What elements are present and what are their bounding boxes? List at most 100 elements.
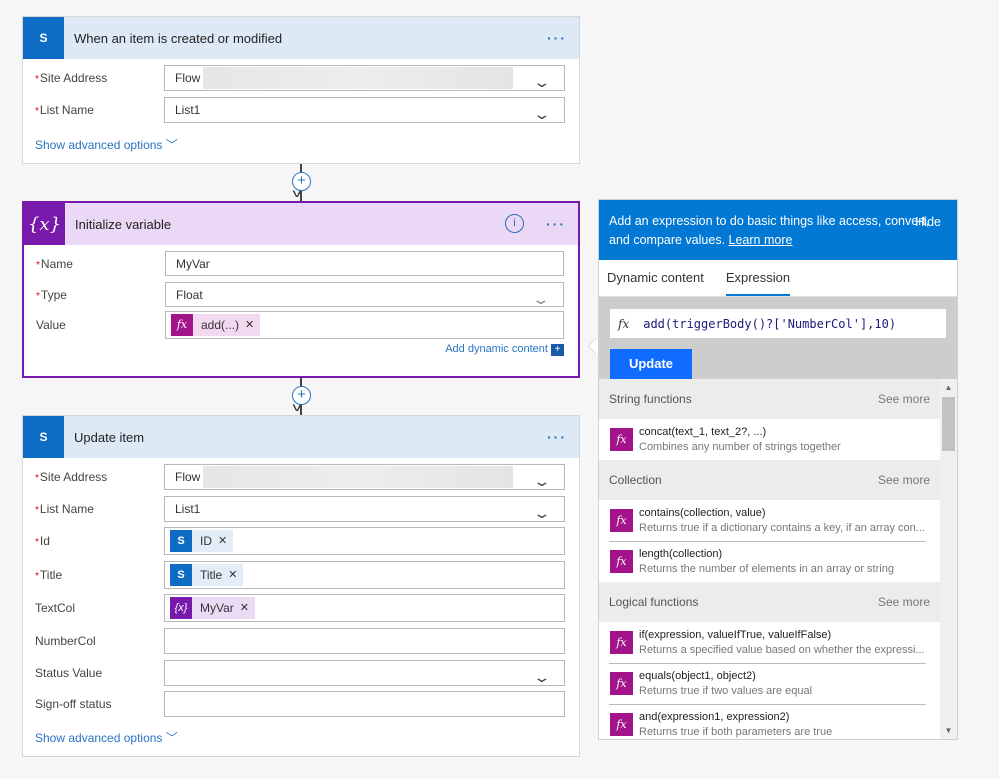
dynamic-content-panel: Add an expression to do basic things lik… — [598, 199, 958, 740]
more-options-icon[interactable]: ··· — [547, 429, 567, 445]
variable-token[interactable]: {x} MyVar ✕ — [170, 597, 255, 619]
chevron-down-icon: ⌄ — [532, 505, 552, 521]
site-address-row: *Site Address Flow - ⌄ — [35, 464, 565, 490]
value-row: Value fx add(...) ✕ — [36, 311, 564, 339]
function-description: Combines any number of strings together — [639, 441, 841, 453]
expression-input[interactable]: fx add(triggerBody()?['NumberCol'],10) — [610, 309, 946, 338]
id-row: *Id S ID ✕ — [35, 527, 565, 555]
token-label: ID — [200, 534, 212, 548]
chevron-down-icon: ﹀ — [165, 731, 178, 745]
list-name-dropdown[interactable]: List1 ⌄ — [164, 97, 565, 123]
function-item[interactable]: fx if(expression, valueIfTrue, valueIfFal… — [599, 622, 940, 663]
value-label: Value — [36, 318, 66, 332]
more-options-icon[interactable]: ··· — [547, 30, 567, 46]
type-dropdown[interactable]: Float ⌄ — [165, 282, 564, 307]
advanced-label: Show advanced options — [35, 138, 163, 152]
numbercol-input[interactable] — [164, 628, 565, 654]
signoff-input[interactable] — [164, 691, 565, 717]
function-item[interactable]: fx and(expression1, expression2) Returns t… — [599, 704, 940, 739]
function-item[interactable]: fx contains(collection, value) Returns tru… — [599, 500, 940, 541]
update-header[interactable]: S Update item ··· — [23, 416, 579, 458]
scroll-down-icon[interactable]: ▼ — [940, 726, 957, 735]
scroll-up-icon[interactable]: ▲ — [940, 383, 957, 392]
expression-area: fx add(triggerBody()?['NumberCol'],10) Up… — [599, 297, 957, 379]
list-name-dropdown[interactable]: List1 ⌄ — [164, 496, 565, 522]
function-description: Returns a specified value based on wheth… — [639, 644, 925, 656]
more-options-icon[interactable]: ··· — [546, 216, 566, 232]
function-name: contains(collection, value) — [639, 507, 766, 519]
status-dropdown[interactable]: ⌄ — [164, 660, 565, 686]
value-input[interactable]: fx add(...) ✕ — [165, 311, 564, 339]
info-icon[interactable]: i — [505, 214, 524, 233]
id-token[interactable]: S ID ✕ — [170, 529, 234, 553]
tab-dynamic-content[interactable]: Dynamic content — [607, 260, 704, 296]
function-description: Returns true if both parameters are true — [639, 726, 833, 738]
see-more-link[interactable]: See more — [878, 473, 930, 487]
function-item[interactable]: fx concat(text_1, text_2?, ...) Combines a… — [599, 419, 940, 460]
site-address-dropdown[interactable]: Flow - ⌄ — [164, 65, 565, 91]
see-more-link[interactable]: See more — [878, 595, 930, 609]
function-icon: fx — [610, 550, 633, 573]
site-address-row: *Site Address Flow - ⌄ — [35, 65, 565, 91]
arrow-down-icon: v — [292, 186, 302, 200]
add-dynamic-content-link[interactable]: Add dynamic content + — [445, 343, 564, 356]
init-header[interactable]: {x} Initialize variable i ··· — [24, 203, 578, 245]
panel-header: Add an expression to do basic things lik… — [599, 200, 957, 260]
expression-token[interactable]: fx add(...) ✕ — [171, 313, 261, 337]
tab-expression[interactable]: Expression — [725, 260, 791, 296]
remove-token-icon[interactable]: ✕ — [240, 596, 249, 620]
list-name-row: *List Name List1 ⌄ — [35, 97, 565, 123]
advanced-label: Show advanced options — [35, 731, 163, 745]
expression-text: add(triggerBody()?['NumberCol'],10) — [643, 316, 897, 331]
type-value: Float — [176, 288, 203, 302]
learn-more-link[interactable]: Learn more — [729, 233, 793, 247]
panel-tabs: Dynamic content Expression — [599, 260, 957, 297]
type-row: *Type Float ⌄ — [36, 282, 564, 307]
name-row: *Name MyVar — [36, 251, 564, 276]
update-item-card[interactable]: S Update item ··· *Site Address Flow - ⌄ … — [22, 415, 580, 757]
function-name: length(collection) — [639, 548, 723, 560]
hide-button[interactable]: Hide — [915, 213, 941, 232]
show-advanced-options[interactable]: Show advanced options ﹀ — [35, 136, 178, 153]
title-token[interactable]: S Title ✕ — [170, 563, 244, 587]
sharepoint-icon: S — [170, 530, 192, 552]
show-advanced-options[interactable]: Show advanced options ﹀ — [35, 729, 178, 746]
id-input[interactable]: S ID ✕ — [164, 527, 565, 555]
scrollbar[interactable]: ▲ ▼ — [940, 379, 957, 739]
trigger-card[interactable]: S When an item is created or modified ··… — [22, 16, 580, 164]
see-more-link[interactable]: See more — [878, 392, 930, 406]
name-input[interactable]: MyVar — [165, 251, 564, 276]
list-name-label: List Name — [39, 502, 94, 516]
section-header: Collection See more — [599, 460, 940, 500]
trigger-header[interactable]: S When an item is created or modified ··… — [23, 17, 579, 59]
token-label: add(...) — [201, 318, 240, 332]
type-label: Type — [40, 288, 67, 302]
update-button[interactable]: Update — [610, 349, 692, 379]
section-header: Logical functions See more — [599, 582, 940, 622]
section-title: String functions — [609, 392, 692, 406]
remove-token-icon[interactable]: ✕ — [218, 529, 227, 553]
token-label: MyVar — [200, 601, 234, 615]
textcol-input[interactable]: {x} MyVar ✕ — [164, 594, 565, 622]
function-icon: fx — [610, 631, 633, 654]
chevron-down-icon: ⌄ — [532, 106, 552, 122]
function-item[interactable]: fx equals(object1, object2) Returns true i… — [599, 663, 940, 704]
site-address-dropdown[interactable]: Flow - ⌄ — [164, 464, 565, 490]
function-icon: fx — [610, 672, 633, 695]
sharepoint-icon: S — [23, 17, 64, 59]
arrow-down-icon: v — [292, 400, 302, 414]
card-title: When an item is created or modified — [74, 30, 283, 46]
function-description: Returns the number of elements in an arr… — [639, 563, 894, 575]
site-address-label: Site Address — [39, 71, 108, 85]
remove-token-icon[interactable]: ✕ — [245, 313, 254, 337]
function-item[interactable]: fx length(collection) Returns the number o… — [599, 541, 940, 582]
chevron-down-icon: ⌄ — [532, 669, 552, 685]
remove-token-icon[interactable]: ✕ — [228, 563, 237, 587]
title-input[interactable]: S Title ✕ — [164, 561, 565, 589]
name-label: Name — [40, 257, 73, 271]
scrollbar-thumb[interactable] — [942, 397, 955, 451]
initialize-variable-card[interactable]: {x} Initialize variable i ··· *Name MyVa… — [22, 201, 580, 378]
list-name-label: List Name — [39, 103, 94, 117]
redacted-area — [203, 466, 513, 488]
function-name: equals(object1, object2) — [639, 670, 756, 682]
